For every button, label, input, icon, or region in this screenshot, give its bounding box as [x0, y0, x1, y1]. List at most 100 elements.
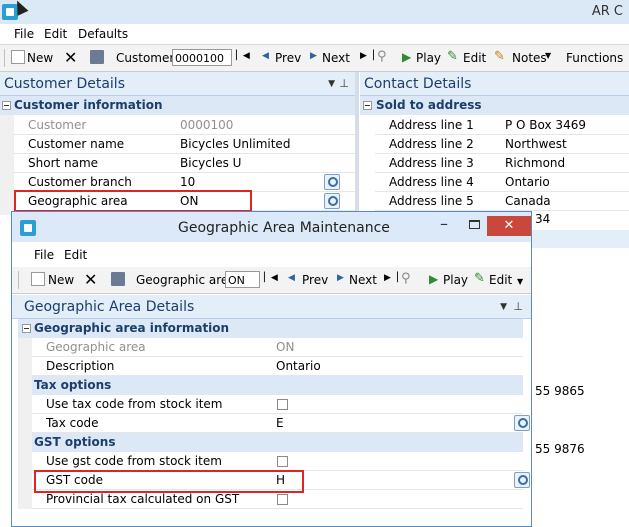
maximize-icon[interactable]	[469, 220, 480, 229]
customer-row: Customer 0000100	[14, 116, 355, 135]
dialog-toolbar-grip	[18, 271, 19, 289]
dialog-play-button[interactable]: Play	[443, 273, 468, 287]
delete-icon[interactable]: ✕	[64, 48, 77, 67]
sold-to-title: Sold to address	[376, 98, 482, 112]
dialog-toolbar-overflow-icon[interactable]: ▼	[517, 277, 523, 286]
gst-code-lookup-icon[interactable]	[514, 472, 530, 488]
menu-edit[interactable]: Edit	[44, 27, 67, 41]
dialog-save-icon[interactable]	[111, 272, 125, 286]
next-icon[interactable]: ▶	[310, 51, 317, 61]
dialog-first-icon[interactable]: ▏◀	[264, 273, 278, 283]
pin-icon[interactable]: ⊥	[339, 72, 349, 96]
customer-combo[interactable]: 0000100	[172, 49, 232, 66]
edit-button[interactable]: Edit	[463, 51, 486, 65]
dialog-title: Geographic Area Maintenance	[178, 220, 390, 236]
new-button[interactable]: New	[27, 51, 53, 65]
dialog-new-icon	[31, 272, 45, 286]
tax-code-lookup-icon[interactable]	[514, 415, 530, 431]
address-5-value[interactable]: Canada	[505, 192, 551, 211]
geographic-area-highlight	[14, 190, 252, 212]
geo-details-header: Geographic Area Details ▼ ⊥	[12, 295, 531, 319]
use-gst-label: Use gst code from stock item	[46, 454, 222, 468]
dialog-last-icon[interactable]: ▶▕	[384, 273, 398, 283]
short-name-row: Short name Bicycles U	[14, 154, 355, 173]
customer-name-value[interactable]: Bicycles Unlimited	[180, 135, 290, 154]
panel-splitter[interactable]	[355, 72, 359, 222]
last-icon[interactable]: ▶▕	[360, 51, 374, 61]
notes-dropdown-icon[interactable]: ▼	[545, 51, 551, 60]
save-icon[interactable]	[90, 50, 104, 64]
address-1-value[interactable]: P O Box 3469	[505, 116, 586, 135]
menu-file[interactable]: File	[14, 27, 34, 41]
geo-details-title: Geographic Area Details	[24, 299, 195, 315]
geo-pin-icon[interactable]: ⊥	[513, 295, 523, 319]
prov-tax-row: Provincial tax calculated on GST	[32, 490, 523, 509]
address-row-4: Address line 4 Ontario	[375, 173, 629, 192]
dialog-menu-file[interactable]: File	[34, 248, 54, 262]
notes-button[interactable]: Notes	[512, 51, 547, 65]
main-toolbar: New ✕ Customer: 0000100 ▏◀ ◀ Prev ▶ Next…	[0, 45, 629, 72]
tax-code-value[interactable]: E	[276, 414, 284, 433]
dialog-close-button[interactable]: ✕	[487, 216, 531, 236]
panel-dropdown-icon[interactable]: ▼	[328, 72, 335, 96]
tax-code-label: Tax code	[46, 416, 99, 430]
dialog-delete-icon[interactable]: ✕	[84, 270, 97, 289]
prev-button[interactable]: Prev	[275, 51, 301, 65]
geo-info-collapse-icon[interactable]	[22, 324, 31, 333]
dialog-next-icon[interactable]: ▶	[337, 273, 344, 283]
prev-icon[interactable]: ◀	[262, 51, 269, 61]
use-tax-row: Use tax code from stock item	[32, 395, 523, 414]
geo-panel-dropdown-icon[interactable]: ▼	[500, 295, 507, 319]
dialog-play-icon[interactable]: ▶	[429, 272, 438, 286]
prov-tax-checkbox[interactable]	[277, 494, 288, 505]
branch-lookup-icon[interactable]	[324, 174, 340, 190]
tax-options-title: Tax options	[34, 378, 112, 392]
dialog-prev-button[interactable]: Prev	[302, 273, 328, 287]
geo-lookup-icon[interactable]	[324, 193, 340, 209]
address-row-3: Address line 3 Richmond	[375, 154, 629, 173]
gst-options-section[interactable]: GST options	[18, 433, 523, 452]
use-tax-checkbox[interactable]	[277, 399, 288, 410]
prov-tax-label: Provincial tax calculated on GST	[46, 492, 240, 506]
geo-area-row: Geographic area ON	[32, 338, 523, 357]
address-row-5: Address line 5 Canada	[375, 192, 629, 211]
play-button[interactable]: Play	[416, 51, 441, 65]
sold-to-section[interactable]: Sold to address	[360, 96, 629, 115]
area-combo[interactable]: ON	[225, 271, 260, 288]
address-4-value[interactable]: Ontario	[505, 173, 550, 192]
notes-icon[interactable]: ✎	[494, 49, 505, 64]
play-icon[interactable]: ▶	[402, 50, 411, 64]
collapse-icon[interactable]	[2, 101, 11, 110]
short-name-value[interactable]: Bicycles U	[180, 154, 241, 173]
sold-to-collapse-icon[interactable]	[363, 101, 372, 110]
window-title: AR C	[591, 4, 623, 19]
search-icon[interactable]: ⚲	[377, 49, 387, 64]
description-value[interactable]: Ontario	[276, 357, 321, 376]
minimize-icon[interactable]: –	[440, 214, 448, 233]
next-button[interactable]: Next	[322, 51, 350, 65]
dialog-search-icon[interactable]: ⚲	[401, 271, 411, 286]
use-gst-checkbox[interactable]	[277, 456, 288, 467]
address-2-value[interactable]: Northwest	[505, 135, 567, 154]
new-doc-icon	[11, 50, 25, 64]
geo-info-section[interactable]: Geographic area information	[18, 319, 523, 338]
edit-icon[interactable]: ✎	[447, 49, 458, 64]
dialog-new-button[interactable]: New	[48, 273, 74, 287]
use-gst-row: Use gst code from stock item	[32, 452, 523, 471]
address-1-label: Address line 1	[389, 118, 474, 132]
title-bar: AR C	[0, 0, 629, 24]
customer-label: Customer:	[116, 51, 179, 65]
functions-button[interactable]: Functions	[566, 51, 623, 65]
address-row-2: Address line 2 Northwest	[375, 135, 629, 154]
dialog-next-button[interactable]: Next	[349, 273, 377, 287]
dialog-menu-bar: File Edit	[12, 245, 531, 265]
dialog-edit-button[interactable]: Edit	[489, 273, 512, 287]
dialog-edit-icon[interactable]: ✎	[474, 271, 485, 286]
dialog-menu-edit[interactable]: Edit	[64, 248, 87, 262]
menu-defaults[interactable]: Defaults	[78, 27, 128, 41]
dialog-prev-icon[interactable]: ◀	[288, 273, 295, 283]
first-icon[interactable]: ▏◀	[236, 51, 250, 61]
tax-options-section[interactable]: Tax options	[18, 376, 523, 395]
address-3-value[interactable]: Richmond	[505, 154, 565, 173]
customer-info-section[interactable]: Customer information	[0, 96, 355, 115]
